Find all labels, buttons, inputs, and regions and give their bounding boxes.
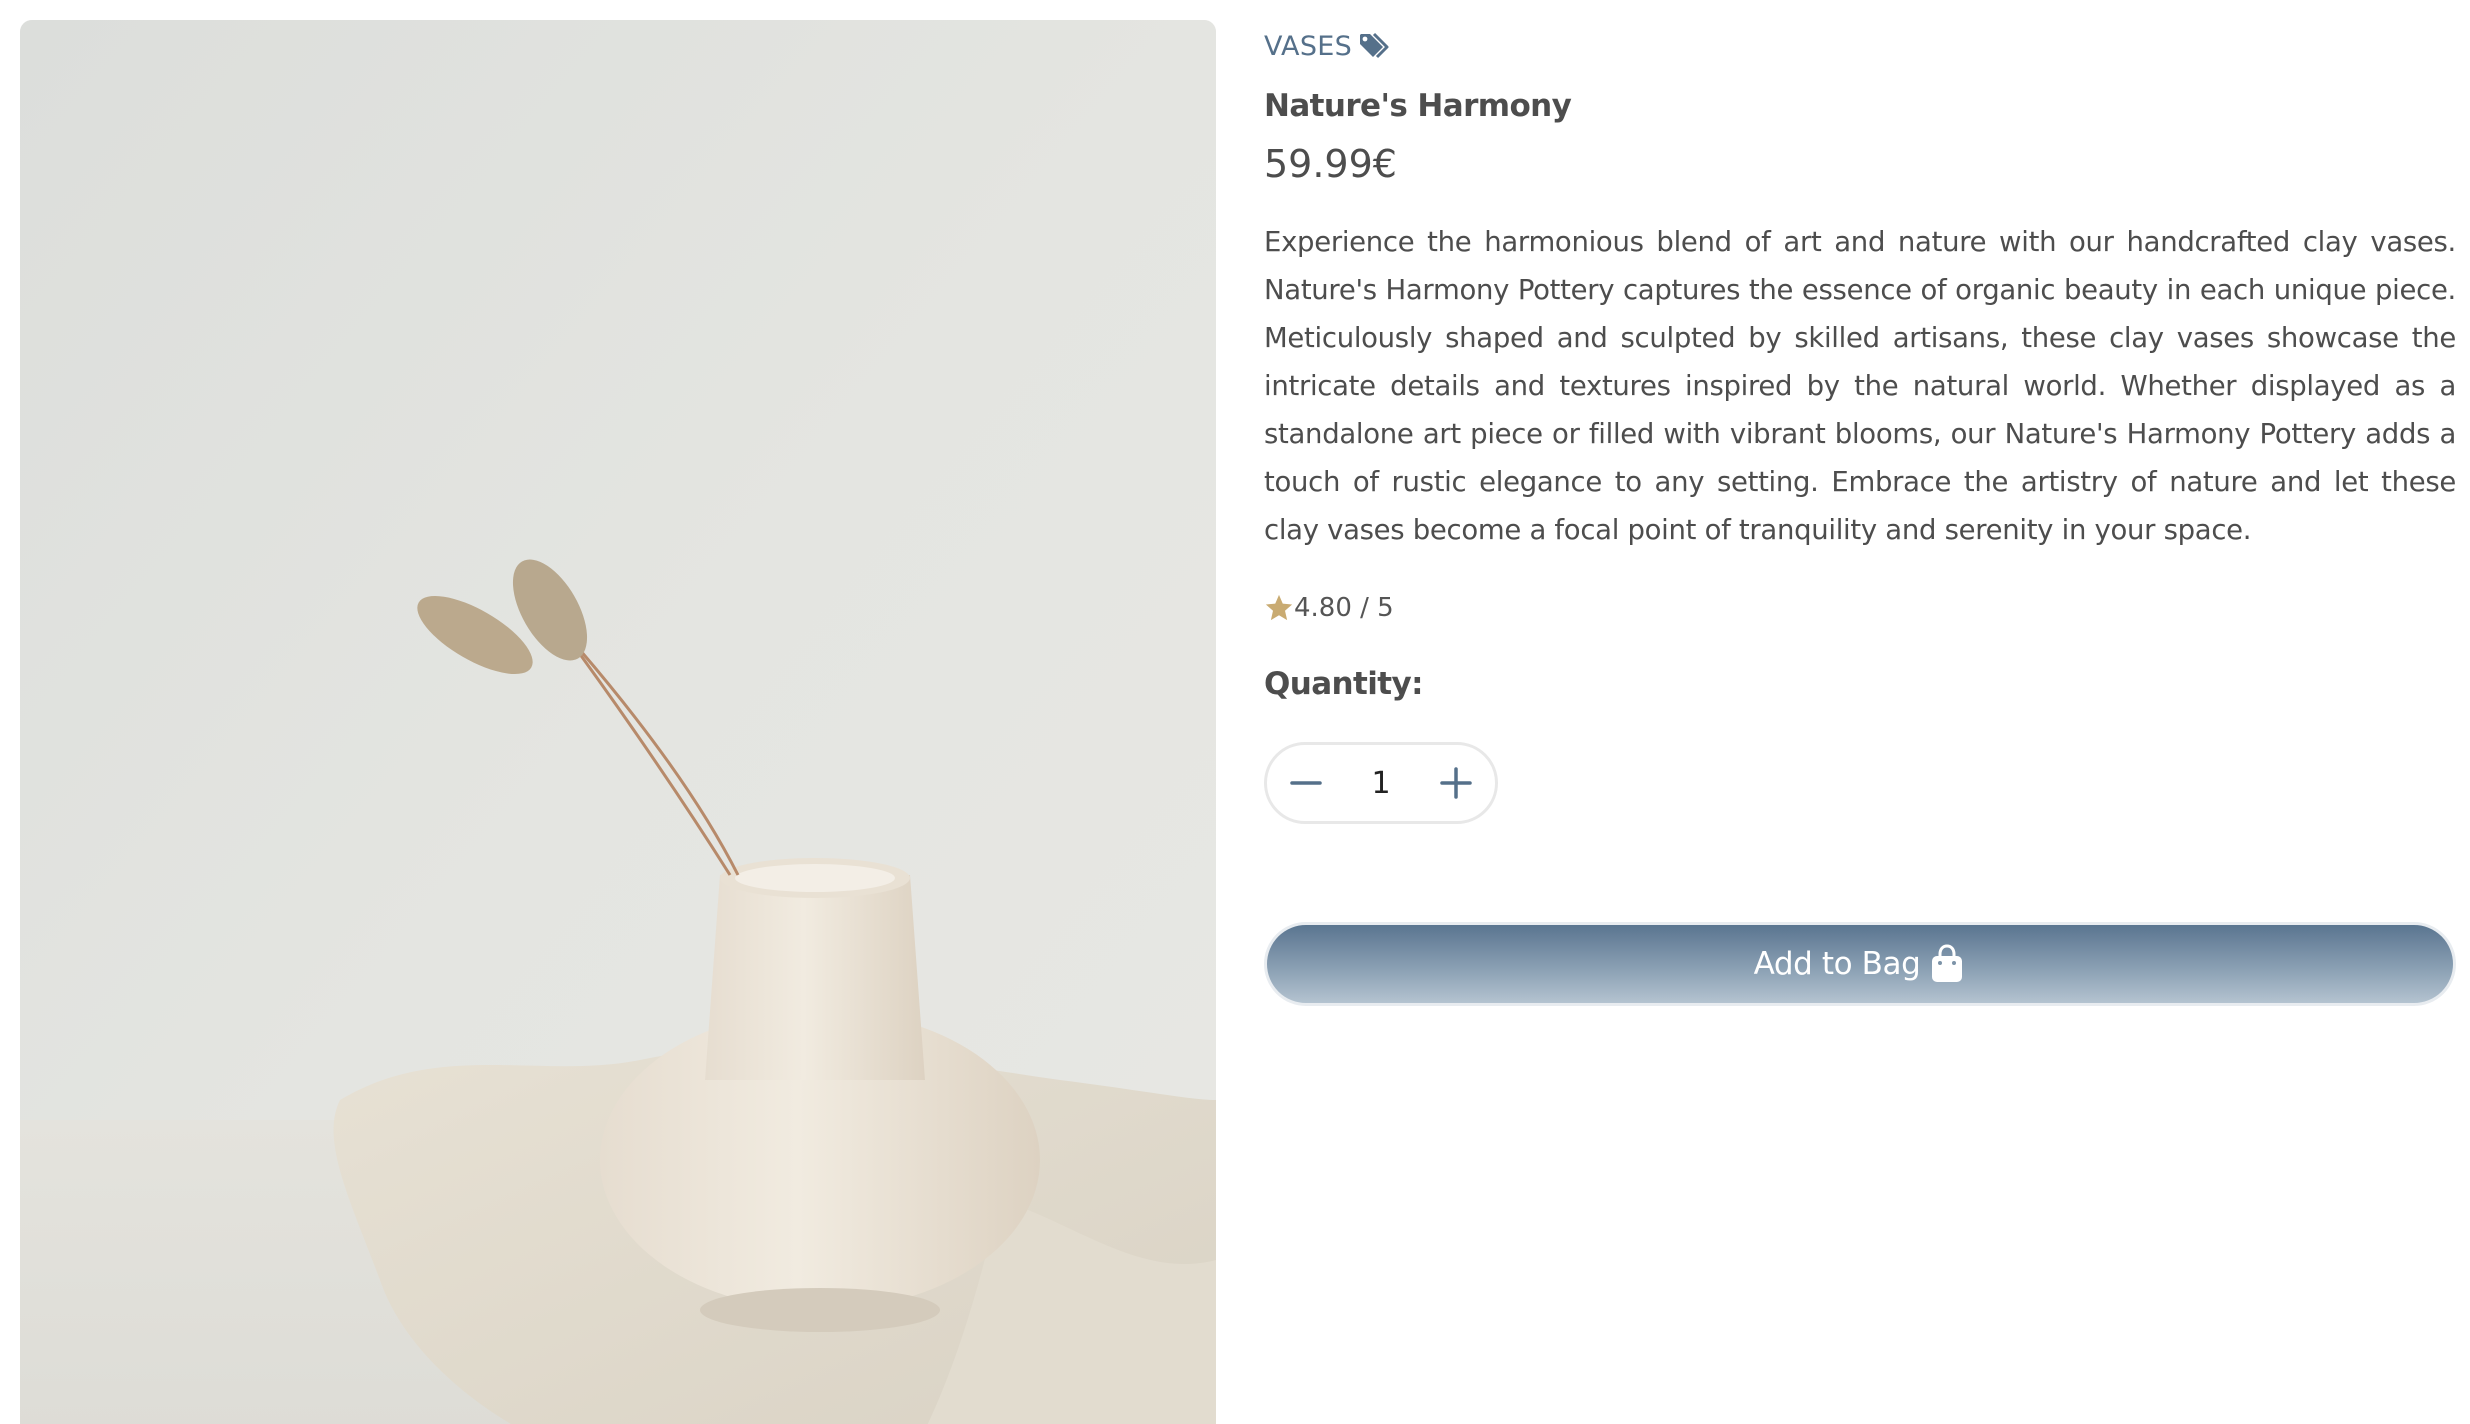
quantity-stepper bbox=[1264, 742, 1498, 824]
product-title: Nature's Harmony bbox=[1264, 88, 1572, 124]
increment-button[interactable] bbox=[1431, 758, 1481, 808]
add-to-bag-label: Add to Bag bbox=[1753, 946, 1921, 982]
shopping-bag-icon bbox=[1928, 944, 1966, 984]
minus-icon bbox=[1290, 781, 1322, 785]
star-icon bbox=[1264, 593, 1294, 623]
product-photo bbox=[20, 20, 1216, 1424]
decrement-button[interactable] bbox=[1281, 758, 1331, 808]
plus-icon bbox=[1440, 767, 1472, 799]
category-label[interactable]: VASES bbox=[1264, 31, 1352, 62]
product-page: VASES Nature's Harmony 59.99€ Experience… bbox=[0, 0, 2470, 1424]
product-price: 59.99€ bbox=[1264, 142, 1397, 186]
tags-icon bbox=[1358, 31, 1392, 61]
rating-value: 4.80 / 5 bbox=[1294, 593, 1394, 623]
category-link[interactable]: VASES bbox=[1264, 20, 2456, 72]
product-description: Experience the harmonious blend of art a… bbox=[1264, 226, 2456, 546]
quantity-label: Quantity: bbox=[1264, 666, 1423, 702]
product-rating: 4.80 / 5 bbox=[1264, 588, 2456, 628]
product-details: VASES Nature's Harmony 59.99€ Experience… bbox=[1264, 20, 2456, 1006]
add-to-bag-button[interactable]: Add to Bag bbox=[1264, 922, 2456, 1006]
product-image bbox=[20, 20, 1216, 1424]
quantity-input[interactable] bbox=[1339, 764, 1423, 802]
